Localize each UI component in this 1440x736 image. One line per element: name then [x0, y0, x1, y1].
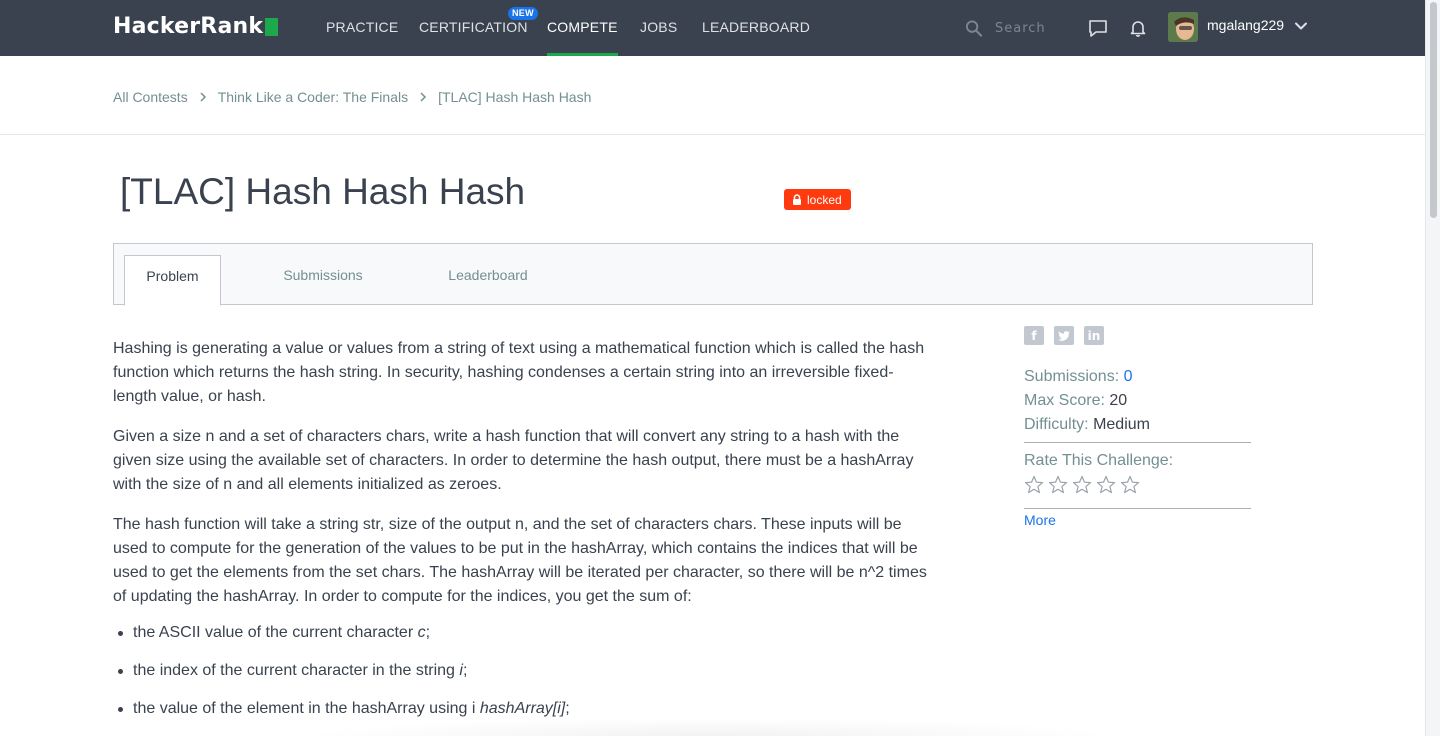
bottom-shadow: [300, 718, 1120, 736]
max-score-stat: Max Score: 20: [1024, 389, 1251, 413]
rating-stars: [1024, 475, 1140, 495]
more-link[interactable]: More: [1024, 512, 1056, 528]
linkedin-icon[interactable]: in: [1084, 326, 1104, 345]
locked-label: locked: [807, 192, 842, 207]
user-avatar[interactable]: [1168, 12, 1198, 42]
problem-paragraph: The hash function will take a string str…: [113, 516, 927, 605]
logo-square-icon: [265, 18, 279, 36]
max-score-label: Max Score:: [1024, 392, 1105, 409]
difficulty-stat: Difficulty: Medium: [1024, 413, 1251, 437]
problem-statement: Hashing is generating a value or values …: [113, 337, 935, 735]
problem-paragraph: Given a size n and a set of characters c…: [113, 428, 914, 493]
list-item: the index of the current character in th…: [118, 659, 935, 683]
nav-practice[interactable]: PRACTICE: [326, 0, 398, 56]
search-icon: [965, 19, 983, 37]
hackerrank-logo[interactable]: HackerRank: [113, 14, 279, 39]
locked-status-badge: locked: [784, 189, 851, 210]
breadcrumb-contest[interactable]: Think Like a Coder: The Finals: [218, 89, 408, 105]
chevron-right-icon: [420, 92, 427, 102]
submissions-stat: Submissions: 0: [1024, 365, 1251, 389]
challenge-stats: Submissions: 0 Max Score: 20 Difficulty:…: [1024, 365, 1251, 437]
share-icons: f in: [1024, 326, 1104, 345]
divider: [1024, 508, 1251, 509]
messages-icon[interactable]: [1088, 18, 1108, 38]
facebook-icon[interactable]: f: [1024, 326, 1044, 345]
search-input[interactable]: [995, 20, 1075, 36]
nav-jobs[interactable]: JOBS: [640, 0, 677, 56]
username[interactable]: mgalang229: [1207, 17, 1284, 33]
nav-certification-label: CERTIFICATION: [419, 19, 528, 35]
chevron-right-icon: [200, 92, 206, 102]
star-icon[interactable]: [1072, 475, 1092, 495]
rate-challenge-label: Rate This Challenge:: [1024, 452, 1174, 469]
challenge-tabs: Problem Submissions Leaderboard: [113, 243, 1313, 306]
search-box[interactable]: [965, 17, 1075, 39]
chevron-down-icon[interactable]: [1294, 19, 1308, 33]
breadcrumb-challenge[interactable]: [TLAC] Hash Hash Hash: [438, 89, 591, 105]
nav-leaderboard[interactable]: LEADERBOARD: [702, 0, 810, 56]
nav-compete[interactable]: COMPETE: [547, 0, 618, 56]
max-score-value: 20: [1109, 392, 1128, 409]
divider: [1024, 442, 1251, 443]
breadcrumb: All Contests Think Like a Coder: The Fin…: [113, 89, 591, 105]
twitter-icon[interactable]: [1054, 326, 1074, 345]
breadcrumb-all-contests[interactable]: All Contests: [113, 89, 188, 105]
scrollbar-thumb[interactable]: [1430, 2, 1437, 218]
tab-problem[interactable]: Problem: [124, 255, 221, 306]
problem-paragraph: Hashing is generating a value or values …: [113, 340, 925, 405]
notifications-bell-icon[interactable]: [1128, 18, 1148, 38]
tab-leaderboard[interactable]: Leaderboard: [429, 255, 547, 305]
logo-text: HackerRank: [113, 14, 264, 39]
star-icon[interactable]: [1024, 475, 1044, 495]
difficulty-label: Difficulty:: [1024, 416, 1089, 433]
difficulty-value: Medium: [1093, 416, 1150, 433]
problem-bullet-list: the ASCII value of the current character…: [118, 621, 935, 721]
submissions-label: Submissions:: [1024, 368, 1120, 385]
star-icon[interactable]: [1096, 475, 1116, 495]
submissions-count-link[interactable]: 0: [1124, 368, 1133, 385]
top-navbar: HackerRank PRACTICE CERTIFICATION NEW CO…: [0, 0, 1425, 56]
list-item: the ASCII value of the current character…: [118, 621, 935, 645]
star-icon[interactable]: [1048, 475, 1068, 495]
vertical-scrollbar[interactable]: [1425, 0, 1440, 736]
challenge-title: [TLAC] Hash Hash Hash: [120, 171, 526, 212]
star-icon[interactable]: [1120, 475, 1140, 495]
nav-certification[interactable]: CERTIFICATION NEW: [419, 0, 538, 56]
breadcrumb-bar: All Contests Think Like a Coder: The Fin…: [0, 56, 1425, 135]
tab-submissions[interactable]: Submissions: [264, 255, 382, 305]
new-badge: NEW: [508, 7, 538, 20]
lock-icon: [793, 194, 801, 205]
